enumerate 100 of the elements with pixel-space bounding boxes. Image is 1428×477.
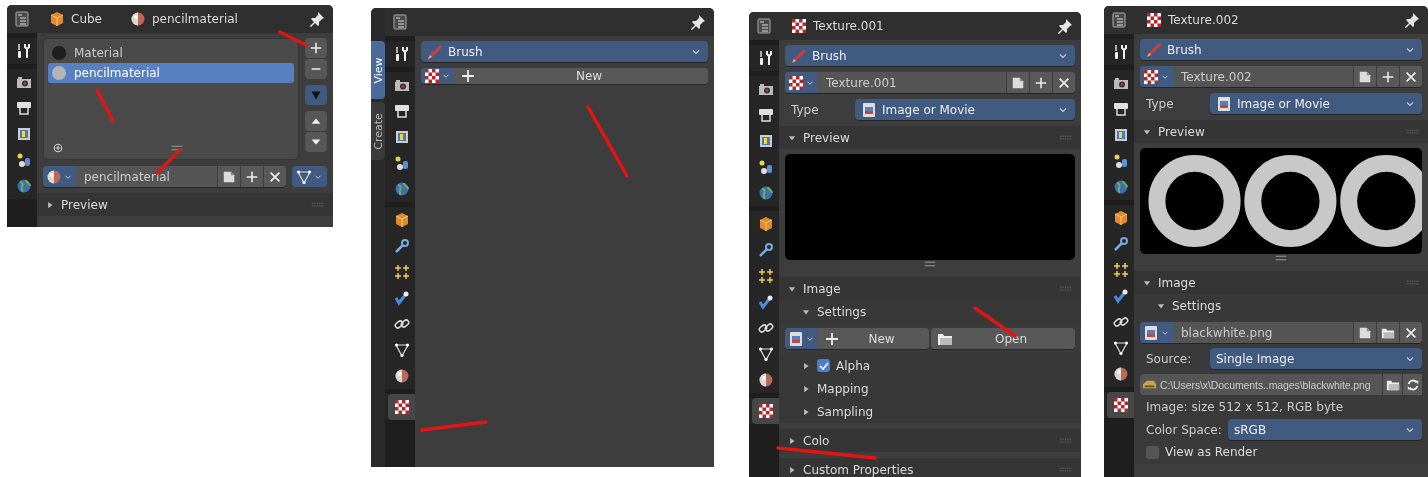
panel-header[interactable]: Mapping xyxy=(779,377,1081,400)
shapes-icon xyxy=(15,152,32,168)
checkbox[interactable] xyxy=(817,359,830,372)
panel-header[interactable]: Custom Properties xyxy=(779,458,1081,477)
outliner-button[interactable] xyxy=(749,12,779,40)
type-selector[interactable] xyxy=(785,328,818,349)
fake-user-button[interactable] xyxy=(1006,72,1029,93)
plus-icon xyxy=(460,68,476,84)
document-icon xyxy=(1011,75,1025,90)
unlink-button[interactable] xyxy=(1052,72,1075,93)
panel-header[interactable]: Image xyxy=(1134,271,1428,294)
pin-icon xyxy=(1404,12,1420,28)
panel-header[interactable]: Preview xyxy=(37,193,333,216)
sphere-icon xyxy=(1112,366,1129,382)
tools-icon xyxy=(15,43,32,59)
sparkle-icon xyxy=(393,264,410,280)
chain-icon xyxy=(393,316,410,332)
outliner-button[interactable] xyxy=(1104,6,1134,34)
add-button[interactable] xyxy=(1376,66,1399,87)
outliner-button[interactable] xyxy=(385,8,415,36)
sidebar-tab[interactable]: Create xyxy=(371,102,385,160)
reload-button[interactable] xyxy=(1403,374,1422,395)
image-icon xyxy=(1216,95,1232,112)
panel-header[interactable]: Settings xyxy=(779,300,1081,323)
properties-tab[interactable] xyxy=(752,398,779,424)
unlink-button[interactable] xyxy=(1399,66,1422,87)
cube-icon xyxy=(757,216,774,232)
document-icon xyxy=(222,169,236,184)
panel-header[interactable]: Preview xyxy=(1134,120,1428,143)
list-item[interactable]: pencilmaterial xyxy=(48,63,294,83)
type-selector[interactable] xyxy=(1140,322,1173,343)
panel-header[interactable]: Preview xyxy=(779,126,1081,149)
list-icon xyxy=(1111,12,1127,28)
add-button[interactable] xyxy=(305,38,327,58)
tools-icon xyxy=(757,50,774,66)
move-up-button[interactable] xyxy=(305,111,327,131)
panel-header[interactable]: Settings xyxy=(1134,294,1428,317)
refresh-icon xyxy=(1405,377,1420,392)
disclosure-triangle-icon xyxy=(801,360,811,371)
panel-header[interactable]: Colo xyxy=(779,429,1081,452)
list-icon xyxy=(392,14,408,30)
wrench-icon xyxy=(757,242,774,258)
sphere-icon xyxy=(393,368,410,384)
specials-button[interactable] xyxy=(305,85,327,105)
panel-header[interactable]: Alpha xyxy=(779,354,1081,377)
add-button[interactable] xyxy=(240,166,263,187)
dropdown[interactable]: Brush xyxy=(421,41,708,62)
close-icon xyxy=(1404,325,1418,340)
dropdown[interactable]: Image or Movie xyxy=(855,99,1075,120)
disclosure-triangle-icon xyxy=(801,406,811,417)
brush-icon xyxy=(1146,41,1162,58)
open-button[interactable] xyxy=(1376,322,1399,343)
path-field[interactable]: C:\Users\x\Documents..mages\blackwhite.png xyxy=(1140,374,1382,395)
dropdown[interactable]: Brush xyxy=(785,45,1075,66)
fake-user-button[interactable] xyxy=(1353,322,1376,343)
dropdown[interactable]: Brush xyxy=(1140,39,1422,60)
dropdown[interactable]: Image or Movie xyxy=(1210,93,1422,114)
breadcrumb-text: Texture.002 xyxy=(1168,13,1239,27)
pin-button[interactable] xyxy=(1404,12,1420,28)
fake-user-button[interactable] xyxy=(1353,66,1376,87)
list-item[interactable]: Material xyxy=(48,43,294,63)
picture-icon xyxy=(1112,127,1129,143)
open-button[interactable] xyxy=(1383,374,1402,395)
sidebar-tab[interactable]: View xyxy=(371,41,385,99)
camera-icon xyxy=(1112,75,1129,91)
type-selector[interactable] xyxy=(785,72,818,93)
field-label: Source: xyxy=(1145,351,1193,366)
move-down-button[interactable] xyxy=(305,132,327,152)
outliner-button[interactable] xyxy=(7,5,37,33)
sphere-icon xyxy=(46,168,62,185)
properties-tab[interactable] xyxy=(1107,392,1134,418)
type-selector[interactable] xyxy=(43,166,76,187)
plus-icon xyxy=(1034,75,1048,90)
cube-icon xyxy=(393,212,410,228)
camera-icon xyxy=(757,81,774,97)
image-icon xyxy=(861,101,877,118)
unlink-button[interactable] xyxy=(263,166,286,187)
add-button[interactable] xyxy=(1029,72,1052,93)
checkbox[interactable] xyxy=(1146,445,1159,459)
pin-button[interactable] xyxy=(1057,18,1073,34)
open-button[interactable]: Open xyxy=(931,328,1075,349)
type-selector[interactable] xyxy=(1140,66,1173,87)
link-selector[interactable] xyxy=(292,166,327,187)
panel-header[interactable]: Image xyxy=(779,277,1081,300)
plus-icon xyxy=(245,169,259,184)
type-selector[interactable] xyxy=(421,68,454,84)
tools-icon xyxy=(1112,44,1129,60)
properties-tab[interactable] xyxy=(388,394,415,420)
annotation-line xyxy=(95,88,115,123)
panel-header[interactable]: Sampling xyxy=(779,400,1081,423)
pin-button[interactable] xyxy=(309,11,325,27)
dropdown[interactable]: sRGB xyxy=(1228,419,1422,440)
cube-icon xyxy=(49,11,65,27)
unlink-button[interactable] xyxy=(1399,322,1422,343)
remove-button[interactable] xyxy=(305,59,327,79)
printer-icon xyxy=(15,100,32,116)
pin-button[interactable] xyxy=(690,14,706,30)
dropdown[interactable]: Single Image xyxy=(1210,348,1422,369)
picture-icon xyxy=(757,133,774,149)
fake-user-button[interactable] xyxy=(217,166,240,187)
